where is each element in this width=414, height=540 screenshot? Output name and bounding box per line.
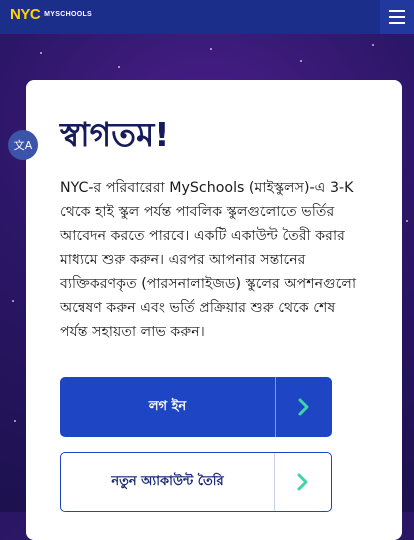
login-button[interactable]: লগ ইন [60,377,332,437]
logo-nyc-text: NYC [10,6,41,23]
translate-icon[interactable]: 文A [8,130,38,160]
logo-myschools-text: MYSCHOOLS [44,11,92,18]
nyc-myschools-logo[interactable]: NYC MYSCHOOLS [10,6,92,23]
chevron-right-icon [274,453,331,511]
login-button-label: লগ ইন [148,398,187,414]
welcome-title: স্বাগতম! [60,115,170,154]
top-header: NYC MYSCHOOLS [0,0,414,34]
hamburger-menu-icon[interactable] [380,0,414,34]
chevron-right-icon [275,377,332,437]
translate-glyph: 文A [13,139,33,152]
create-account-button-label: নতুন অ্যাকাউন্ট তৈরি [111,473,224,489]
create-account-button[interactable]: নতুন অ্যাকাউন্ট তৈরি [60,452,332,512]
welcome-description: NYC-র পরিবারেরা MySchools (মাইস্কুলস)-এ … [60,180,357,340]
